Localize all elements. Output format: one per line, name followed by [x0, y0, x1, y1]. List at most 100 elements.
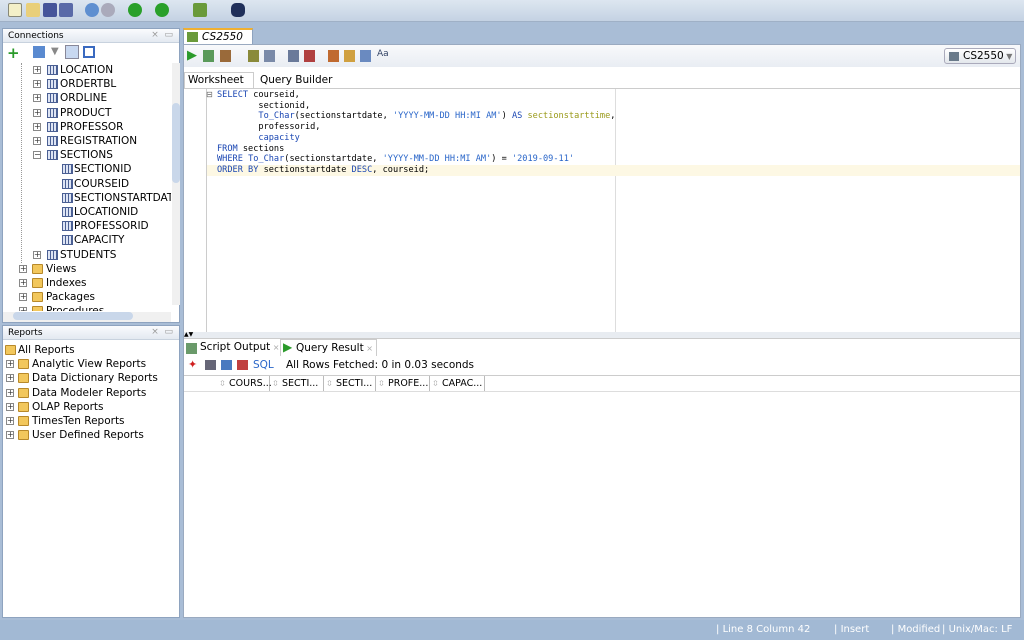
expand-toggle[interactable]: +: [6, 374, 14, 383]
rollback-icon[interactable]: [304, 50, 315, 62]
tree-item-label: ORDERTBL: [60, 78, 117, 91]
expand-toggle[interactable]: +: [19, 307, 27, 311]
add-connection-icon[interactable]: +: [7, 44, 20, 62]
expand-toggle[interactable]: +: [33, 94, 41, 103]
tree-report-item[interactable]: + Analytic View Reports: [3, 357, 179, 371]
connection-select[interactable]: CS2550 ▼: [944, 48, 1016, 64]
tab-script-output[interactable]: Script Output ×: [186, 341, 280, 354]
tree-table-sections[interactable]: − SECTIONS: [3, 148, 171, 162]
tree-column-sectionstartdati[interactable]: SECTIONSTARTDATI: [3, 191, 171, 205]
tree-table-professor[interactable]: + PROFESSOR: [3, 120, 171, 134]
tree-column-sectionid[interactable]: SECTIONID: [3, 162, 171, 176]
tree-table-ordertbl[interactable]: + ORDERTBL: [3, 77, 171, 91]
unshared-sql-icon[interactable]: [328, 50, 339, 62]
column-header[interactable]: ⇳ CAPAC...: [430, 376, 485, 391]
expand-toggle[interactable]: +: [6, 402, 14, 411]
vertical-scrollbar[interactable]: [172, 63, 180, 305]
find-icon[interactable]: [231, 3, 245, 17]
expand-toggle[interactable]: +: [6, 360, 14, 369]
schema-browser-icon[interactable]: [65, 45, 79, 59]
run-script-icon[interactable]: [203, 50, 214, 62]
sql-button[interactable]: SQL: [253, 359, 274, 371]
expand-toggle[interactable]: +: [19, 264, 27, 273]
tab-query-builder[interactable]: Query Builder: [257, 73, 335, 88]
expand-toggle[interactable]: +: [33, 122, 41, 131]
tree-folder-procedures[interactable]: + Procedures: [3, 304, 171, 311]
column-header[interactable]: ⇳ SECTI...: [324, 376, 376, 391]
back-icon[interactable]: [128, 3, 142, 17]
collapse-icon[interactable]: [83, 46, 95, 58]
cancel-icon[interactable]: [237, 360, 248, 370]
cursor-position: | Line 8 Column 42: [716, 624, 811, 635]
expand-toggle[interactable]: +: [33, 80, 41, 89]
tree-table-product[interactable]: + PRODUCT: [3, 106, 171, 120]
undo-icon[interactable]: [85, 3, 99, 17]
format-icon[interactable]: Aa: [377, 49, 389, 59]
panel-controls[interactable]: × ▭: [151, 30, 173, 40]
column-header[interactable]: ⇳ PROFE...: [376, 376, 430, 391]
explain-plan-icon[interactable]: [248, 50, 259, 62]
tree-report-item[interactable]: + User Defined Reports: [3, 428, 179, 442]
filter-icon[interactable]: ▼: [51, 46, 59, 57]
expand-toggle[interactable]: +: [33, 137, 41, 145]
fold-icon[interactable]: ⊟: [206, 90, 213, 99]
expand-toggle[interactable]: +: [19, 293, 27, 302]
sql-tuning-icon[interactable]: [264, 50, 275, 62]
tree-column-locationid[interactable]: LOCATIONID: [3, 205, 171, 219]
tree-report-item[interactable]: + TimesTen Reports: [3, 414, 179, 428]
insert-mode: | Insert: [834, 624, 870, 635]
tree-table-location[interactable]: + LOCATION: [3, 63, 171, 77]
forward-icon[interactable]: [155, 3, 169, 17]
open-icon[interactable]: [26, 3, 40, 17]
tab-query-result[interactable]: ▶ Query Result ×: [280, 339, 377, 356]
tab-cs2550[interactable]: CS2550 ×: [183, 28, 253, 54]
expand-toggle[interactable]: +: [6, 388, 14, 397]
expand-toggle[interactable]: +: [33, 108, 41, 117]
expand-toggle[interactable]: +: [33, 250, 41, 259]
tree-item-label: Data Dictionary Reports: [32, 372, 158, 385]
tree-column-professorid[interactable]: PROFESSORID: [3, 219, 171, 233]
tree-column-capacity[interactable]: CAPACITY: [3, 233, 171, 247]
tree-folder-packages[interactable]: + Packages: [3, 290, 171, 304]
column-header-label: CAPAC...: [442, 378, 483, 389]
tree-item-label: LOCATION: [60, 64, 114, 76]
save-all-icon[interactable]: [59, 3, 73, 17]
refresh-icon[interactable]: [221, 360, 232, 370]
pin-icon[interactable]: ✦: [188, 358, 197, 371]
panel-controls[interactable]: × ▭: [151, 327, 173, 337]
tree-folder-indexes[interactable]: + Indexes: [3, 276, 171, 290]
tree-item-label: COURSEID: [74, 177, 130, 190]
run-statement-icon[interactable]: ▶: [187, 48, 197, 63]
expand-toggle[interactable]: +: [19, 279, 27, 287]
expand-toggle[interactable]: +: [33, 66, 41, 74]
tree-report-item[interactable]: + OLAP Reports: [3, 400, 179, 414]
tree-item-label: Packages: [46, 291, 95, 304]
tree-folder-views[interactable]: + Views: [3, 262, 171, 276]
code-line: To_Char(sectionstartdate, 'YYYY-MM-DD HH…: [258, 111, 616, 122]
tree-report-item[interactable]: + Data Dictionary Reports: [3, 371, 179, 385]
tree-report-item[interactable]: + Data Modeler Reports: [3, 386, 179, 400]
horizontal-scrollbar[interactable]: [3, 312, 171, 322]
expand-toggle[interactable]: +: [6, 431, 14, 440]
column-header[interactable]: ⇳ SECTI...: [270, 376, 324, 391]
redo-icon[interactable]: [101, 3, 115, 17]
expand-toggle[interactable]: −: [33, 151, 41, 160]
save-icon[interactable]: [43, 3, 57, 17]
clear-icon[interactable]: [344, 50, 355, 62]
tree-table-ordline[interactable]: + ORDLINE: [3, 91, 171, 105]
table-icon: [47, 136, 58, 146]
print-icon[interactable]: [205, 360, 216, 370]
sql-worksheet-icon[interactable]: [193, 3, 207, 17]
history-icon[interactable]: [360, 50, 371, 62]
sql-editor[interactable]: ⊟ SELECT courseid, sectionid, To_Char(se…: [184, 88, 1020, 333]
column-header[interactable]: ⇳ COURS...: [217, 376, 272, 391]
autotrace-icon[interactable]: [220, 50, 231, 62]
tree-column-courseid[interactable]: COURSEID: [3, 177, 171, 191]
new-icon[interactable]: [8, 3, 22, 17]
refresh-icon[interactable]: [33, 46, 45, 58]
commit-icon[interactable]: [288, 50, 299, 62]
expand-toggle[interactable]: +: [6, 417, 14, 425]
tree-table-registration[interactable]: + REGISTRATION: [3, 134, 171, 148]
tab-worksheet[interactable]: Worksheet: [184, 72, 254, 88]
tree-table-students[interactable]: + STUDENTS: [3, 248, 171, 262]
